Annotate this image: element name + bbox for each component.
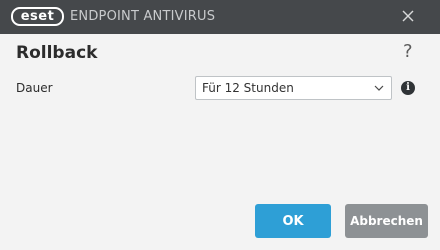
- duration-select[interactable]: Für 12 Stunden: [195, 76, 392, 100]
- logo-text: eset: [20, 9, 55, 24]
- ok-button[interactable]: OK: [255, 204, 331, 238]
- cancel-button[interactable]: Abbrechen: [345, 204, 428, 238]
- chevron-down-icon: [374, 85, 384, 91]
- duration-label: Dauer: [16, 81, 53, 95]
- dialog-title: Rollback: [16, 43, 98, 63]
- close-icon: [402, 10, 414, 22]
- help-button[interactable]: ?: [403, 41, 413, 62]
- close-button[interactable]: [396, 6, 420, 28]
- title-bar: eset ENDPOINT ANTIVIRUS: [0, 0, 440, 34]
- info-icon[interactable]: i: [401, 81, 415, 95]
- product-name: ENDPOINT ANTIVIRUS: [70, 9, 216, 24]
- eset-logo: eset: [11, 7, 64, 26]
- duration-selected-value: Für 12 Stunden: [202, 81, 294, 95]
